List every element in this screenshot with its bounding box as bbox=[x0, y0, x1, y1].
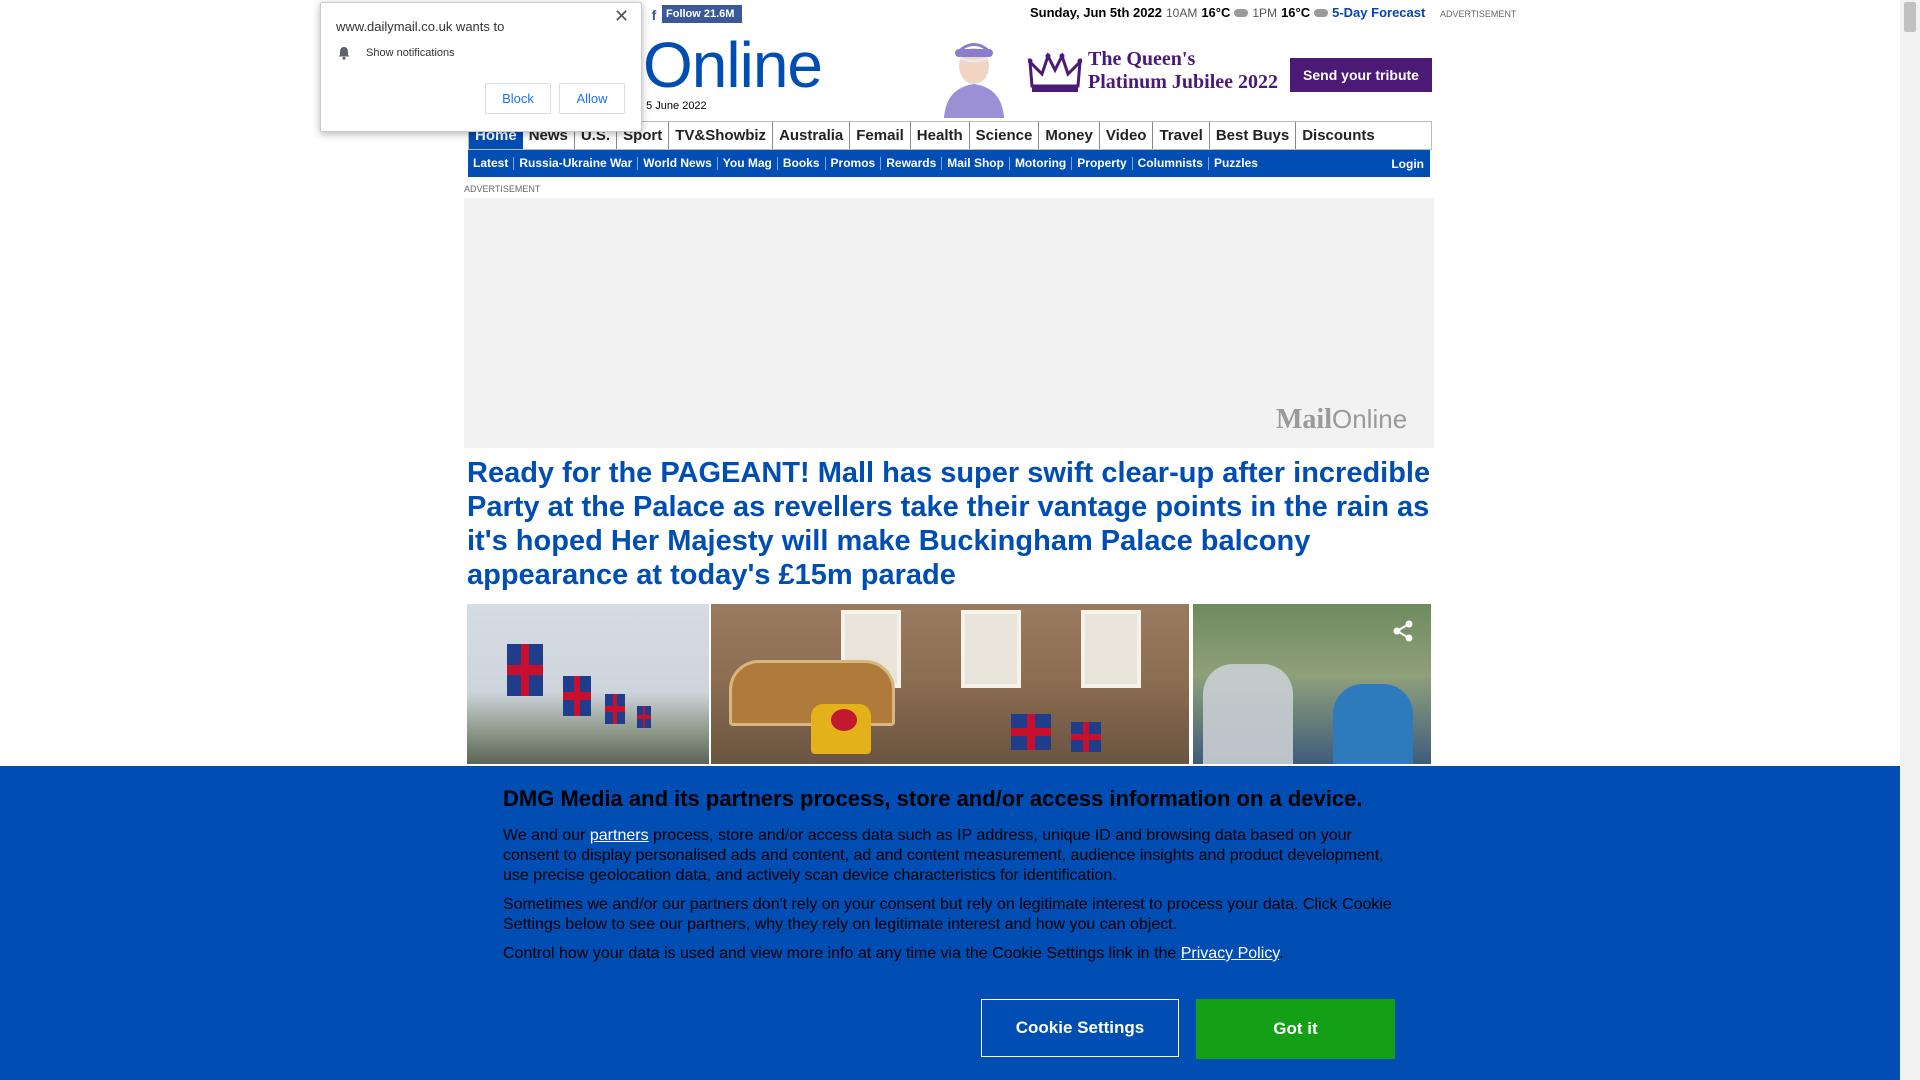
nav-item-money[interactable]: Money bbox=[1039, 122, 1100, 149]
subnav-item-rewards[interactable]: Rewards bbox=[881, 157, 943, 170]
close-icon[interactable]: ✕ bbox=[614, 6, 629, 27]
facebook-follow-button[interactable]: f Follow 21.6M bbox=[646, 5, 742, 23]
accept-cookies-button[interactable]: Got it bbox=[1196, 999, 1395, 1059]
block-notifications-button[interactable]: Block bbox=[485, 83, 551, 114]
jubilee-title-line2: Platinum Jubilee 2022 bbox=[1088, 71, 1279, 93]
nav-item-femail[interactable]: Femail bbox=[850, 122, 911, 149]
cookie-banner-paragraph-3: Control how your data is used and view m… bbox=[503, 944, 1403, 964]
ad-logo-mail: Mail bbox=[1276, 404, 1332, 435]
cookie-banner-paragraph-1: We and our partners process, store and/o… bbox=[503, 826, 1403, 886]
subnav-item-property[interactable]: Property bbox=[1072, 157, 1133, 170]
cloud-icon bbox=[1234, 8, 1249, 17]
jubilee-title: The Queen's Platinum Jubilee 2022 bbox=[1088, 48, 1278, 94]
subnav-item-world-news[interactable]: World News bbox=[638, 157, 718, 170]
site-logo[interactable]: Online bbox=[643, 28, 823, 102]
issue-date: , 5 June 2022 bbox=[640, 100, 707, 112]
weather-widget: Sunday, Jun 5th 2022 10AM 16°C 1PM 16°C … bbox=[1030, 5, 1425, 20]
queen-portrait-image bbox=[944, 43, 1004, 118]
five-day-forecast-link[interactable]: 5-Day Forecast bbox=[1332, 5, 1425, 20]
scrollbar-thumb[interactable] bbox=[1904, 2, 1916, 32]
article-image-mall-flags[interactable] bbox=[467, 604, 709, 764]
share-icon[interactable] bbox=[1392, 620, 1414, 642]
page: f Follow 21.6M Sunday, Jun 5th 2022 10AM… bbox=[0, 0, 1900, 1080]
page-scrollbar[interactable] bbox=[1900, 0, 1920, 1080]
bell-icon bbox=[338, 47, 350, 60]
nav-item-tv-showbiz[interactable]: TV&Showbiz bbox=[669, 122, 774, 149]
subnav-item-mail-shop[interactable]: Mail Shop bbox=[942, 157, 1010, 170]
cookie-p1-before: We and our bbox=[503, 827, 590, 844]
cookie-settings-button[interactable]: Cookie Settings bbox=[981, 999, 1179, 1057]
ad-logo-online: Online bbox=[1332, 404, 1408, 434]
subnav-item-russia-ukraine-war[interactable]: Russia-Ukraine War bbox=[514, 157, 639, 170]
nav-item-science[interactable]: Science bbox=[970, 122, 1040, 149]
partners-link[interactable]: partners bbox=[590, 827, 649, 844]
jubilee-title-line1: The Queen's bbox=[1088, 48, 1196, 70]
facebook-follow-label: Follow 21.6M bbox=[666, 8, 735, 20]
cookie-p3-before: Control how your data is used and view m… bbox=[503, 945, 1181, 962]
privacy-policy-link[interactable]: Privacy Policy bbox=[1181, 945, 1279, 962]
subnav-item-you-mag[interactable]: You Mag bbox=[718, 157, 778, 170]
advertisement-label: ADVERTISEMENT bbox=[1440, 9, 1517, 19]
facebook-icon: f bbox=[646, 5, 662, 23]
nav-item-discounts[interactable]: Discounts bbox=[1296, 122, 1381, 149]
send-tribute-button[interactable]: Send your tribute bbox=[1290, 58, 1432, 92]
nav-item-travel[interactable]: Travel bbox=[1153, 122, 1210, 149]
subnav-item-promos[interactable]: Promos bbox=[826, 157, 882, 170]
notification-prompt-site: www.dailymail.co.uk wants to bbox=[336, 19, 505, 34]
notification-permission-label: Show notifications bbox=[366, 47, 455, 59]
subnav-item-motoring[interactable]: Motoring bbox=[1010, 157, 1073, 170]
weather-temp-2: 16°C bbox=[1281, 5, 1311, 20]
cookie-banner-paragraph-2: Sometimes we and/or our partners don't r… bbox=[503, 896, 1392, 933]
weather-time-1: 10AM bbox=[1165, 5, 1198, 20]
weather-time-2: 1PM bbox=[1252, 5, 1278, 20]
subnav-item-columnists[interactable]: Columnists bbox=[1133, 157, 1209, 170]
nav-item-video[interactable]: Video bbox=[1100, 122, 1154, 149]
weather-date: Sunday, Jun 5th 2022 bbox=[1030, 5, 1162, 20]
subnav-item-puzzles[interactable]: Puzzles bbox=[1209, 157, 1263, 170]
subnav-item-latest[interactable]: Latest bbox=[468, 157, 515, 170]
ad-mailonline-logo: Mail Online bbox=[1276, 404, 1407, 436]
cloud-icon bbox=[1314, 8, 1329, 17]
nav-item-best-buys[interactable]: Best Buys bbox=[1210, 122, 1297, 149]
crown-icon bbox=[1028, 52, 1082, 92]
login-link[interactable]: Login bbox=[1391, 157, 1430, 171]
nav-item-australia[interactable]: Australia bbox=[773, 122, 851, 149]
cookie-p3-after: . bbox=[1279, 945, 1284, 962]
secondary-nav: Latest Russia-Ukraine War World News You… bbox=[468, 150, 1430, 177]
article-image-jubilation-sign[interactable] bbox=[711, 604, 1189, 764]
subnav-item-books[interactable]: Books bbox=[778, 157, 826, 170]
cookie-banner-title: DMG Media and its partners process, stor… bbox=[503, 786, 1363, 811]
advertisement-label: ADVERTISEMENT bbox=[464, 184, 541, 194]
allow-notifications-button[interactable]: Allow bbox=[559, 83, 625, 114]
weather-temp-1: 16°C bbox=[1201, 5, 1231, 20]
article-headline[interactable]: Ready for the PAGEANT! Mall has super sw… bbox=[467, 456, 1433, 592]
nav-item-health[interactable]: Health bbox=[911, 122, 970, 149]
